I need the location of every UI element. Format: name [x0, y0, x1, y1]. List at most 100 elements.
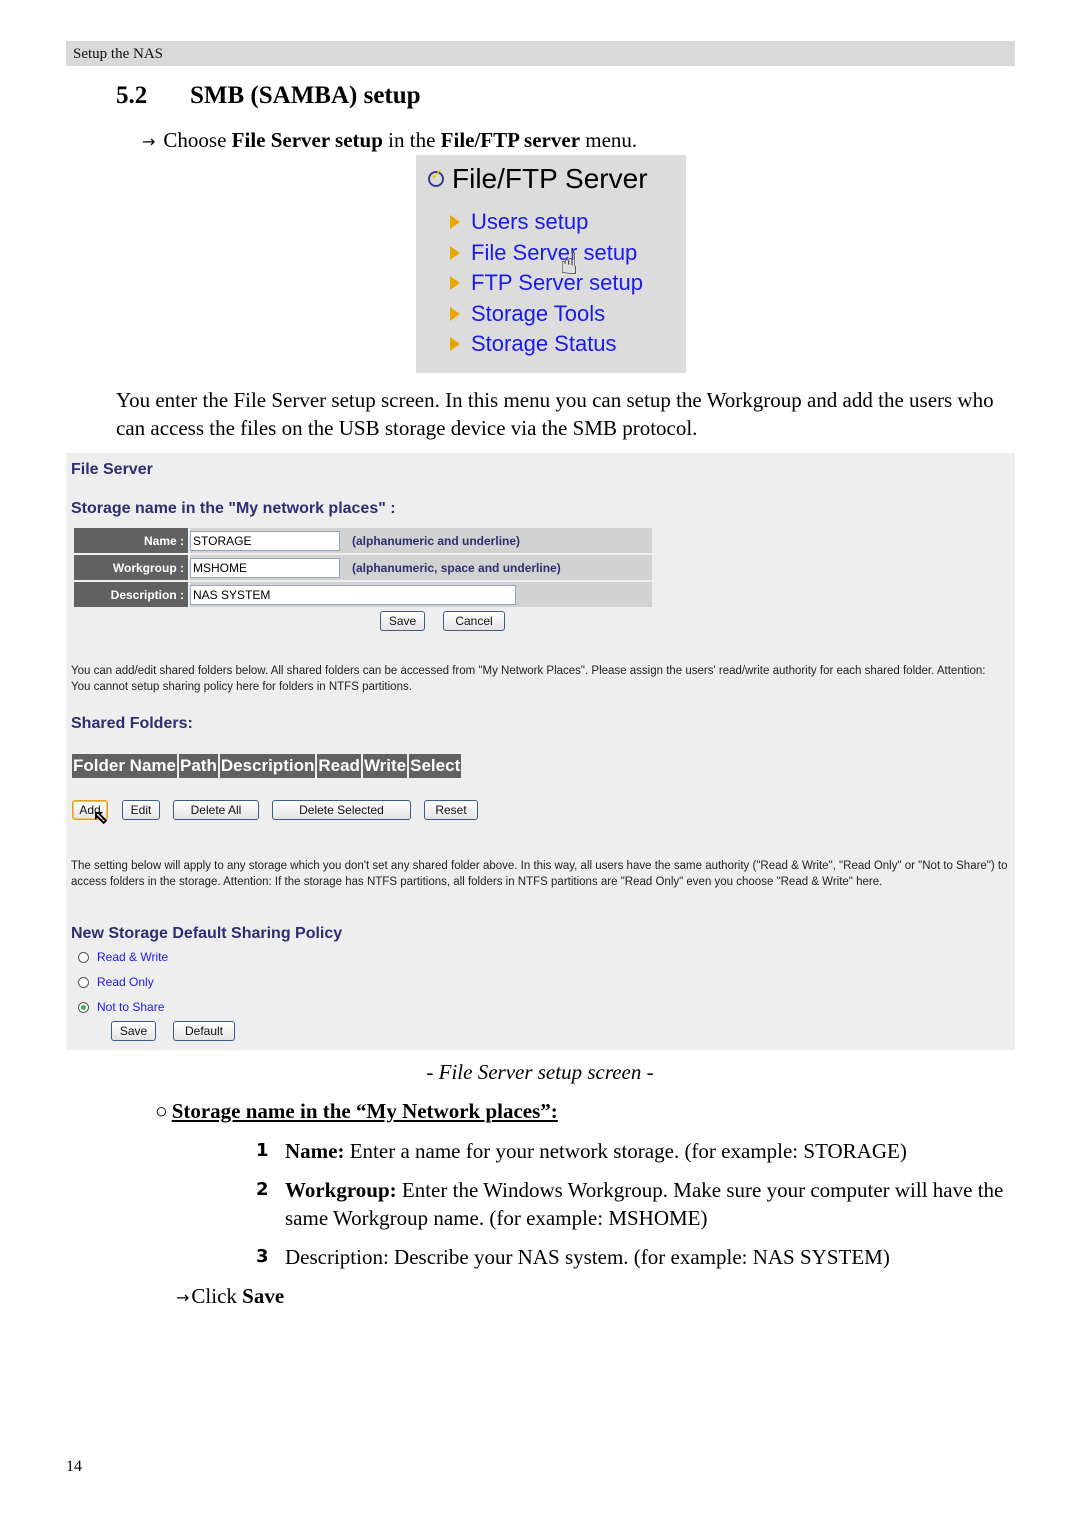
menu-item-label: File Server setup	[471, 239, 638, 265]
hand-pointer-icon: ☝	[560, 247, 579, 282]
section-title: 5.2 SMB (SAMBA) setup	[116, 82, 421, 110]
reset-button[interactable]: Reset	[424, 800, 478, 820]
triangle-bullet-icon	[450, 337, 460, 352]
default-policy-info: The setting below will apply to any stor…	[71, 860, 1008, 888]
form-row-workgroup: Workgroup : (alphanumeric, space and und…	[74, 555, 652, 580]
default-policy-heading: New Storage Default Sharing Policy	[71, 925, 343, 942]
policy-option-read-only[interactable]: Read Only	[78, 975, 154, 989]
menu-item-storage-status[interactable]: Storage Status	[450, 329, 643, 360]
circle-bullet-icon: ○	[155, 1099, 168, 1123]
step-bold: Name:	[285, 1139, 345, 1163]
column-read: Read	[317, 754, 361, 778]
menu-item-ftp-server-setup[interactable]: FTP Server setup	[450, 268, 643, 299]
menu-item-label: Storage Status	[471, 331, 617, 357]
name-hint: (alphanumeric and underline)	[352, 533, 521, 548]
column-write: Write	[362, 754, 408, 778]
section-title-text: SMB (SAMBA) setup	[190, 82, 421, 109]
right-arrow-icon: →	[142, 132, 156, 151]
menu-item-users-setup[interactable]: Users setup	[450, 207, 643, 238]
triangle-bullet-icon	[450, 306, 460, 321]
figure-caption: - File Server setup screen -	[426, 1060, 654, 1084]
policy-default-button[interactable]: Default	[173, 1021, 235, 1041]
instruction-bold-menu: File/FTP server	[440, 128, 581, 152]
workgroup-label: Workgroup :	[74, 555, 188, 580]
description-label: Description :	[74, 582, 188, 607]
step-item: 3 Description: Describe your NAS system.…	[256, 1243, 1016, 1271]
cancel-button[interactable]: Cancel	[443, 611, 505, 631]
storage-name-heading: Storage name in the "My network places" …	[71, 500, 396, 517]
menu-item-storage-tools[interactable]: Storage Tools	[450, 299, 643, 330]
instruction-text: menu.	[580, 128, 638, 152]
step-text: Workgroup: Enter the Windows Workgroup. …	[285, 1176, 1016, 1232]
section-number: 5.2	[116, 82, 148, 109]
policy-save-button[interactable]: Save	[111, 1021, 156, 1041]
menu-item-label: Users setup	[471, 209, 589, 235]
column-description: Description	[219, 754, 316, 778]
shared-folders-heading: Shared Folders:	[71, 715, 193, 732]
check-circle-icon	[428, 165, 444, 187]
radio-label: Read Only	[97, 975, 154, 989]
description-input[interactable]	[190, 584, 516, 605]
subheading-text: Storage name in the “My Network places”:	[171, 1099, 558, 1123]
step-body: Description: Describe your NAS system. (…	[285, 1245, 890, 1269]
step-number: 3	[256, 1246, 269, 1267]
triangle-bullet-icon	[450, 215, 460, 230]
file-server-title: File Server	[71, 461, 153, 478]
edit-button[interactable]: Edit	[122, 800, 160, 820]
menu-item-label: FTP Server setup	[471, 270, 643, 296]
radio-button[interactable]	[78, 976, 89, 988]
running-header-title: Setup the NAS	[73, 46, 163, 62]
form-cell	[190, 582, 652, 607]
menu-title-text: File/FTP Server	[452, 163, 648, 194]
step-item: 1 Name: Enter a name for your network st…	[256, 1137, 1016, 1165]
storage-form: Name : (alphanumeric and underline) Work…	[74, 528, 652, 609]
save-button[interactable]: Save	[380, 611, 425, 631]
radio-label: Not to Share	[97, 1000, 165, 1014]
menu-title: File/FTP Server	[428, 163, 648, 195]
delete-selected-button[interactable]: Delete Selected	[272, 800, 411, 820]
radio-button-checked[interactable]	[78, 1001, 89, 1013]
instruction-line: → Choose File Server setup in the File/FT…	[142, 128, 637, 153]
name-label: Name :	[74, 528, 188, 553]
running-header: Setup the NAS	[66, 41, 1015, 66]
click-save-instruction: →Click Save	[176, 1284, 284, 1309]
triangle-bullet-icon	[450, 276, 460, 291]
form-row-name: Name : (alphanumeric and underline)	[74, 528, 652, 553]
form-cell: (alphanumeric and underline)	[190, 528, 652, 553]
shared-folders-info: You can add/edit shared folders below. A…	[71, 665, 986, 693]
shared-folders-table-header: Folder Name Path Description Read Write …	[72, 754, 463, 778]
policy-option-read-write[interactable]: Read & Write	[78, 950, 168, 964]
column-folder-name: Folder Name	[72, 754, 177, 778]
step-number: 2	[256, 1179, 269, 1200]
menu-item-label: Storage Tools	[471, 300, 606, 326]
step-bold: Workgroup:	[285, 1178, 397, 1202]
menu-list: Users setup File Server setup FTP Server…	[450, 207, 643, 360]
column-path: Path	[178, 754, 218, 778]
delete-all-button[interactable]: Delete All	[173, 800, 259, 820]
subheading: ○ Storage name in the “My Network places”…	[155, 1099, 558, 1124]
column-select: Select	[409, 754, 462, 778]
right-arrow-icon: →	[176, 1288, 190, 1307]
workgroup-hint: (alphanumeric, space and underline)	[352, 560, 561, 575]
instruction-text: Choose	[163, 128, 232, 152]
file-server-screenshot: File Server Storage name in the "My netw…	[66, 453, 1015, 1050]
click-save-bold: Save	[242, 1284, 285, 1308]
form-cell: (alphanumeric, space and underline)	[190, 555, 652, 580]
step-body: Enter a name for your network storage. (…	[344, 1139, 907, 1163]
arrow-cursor-icon: ⬁	[92, 807, 109, 829]
policy-option-not-to-share[interactable]: Not to Share	[78, 1000, 164, 1014]
step-text: Description: Describe your NAS system. (…	[285, 1243, 890, 1271]
step-number: 1	[256, 1140, 269, 1161]
instruction-text: in the	[382, 128, 441, 152]
instruction-bold-file-server: File Server setup	[231, 128, 383, 152]
workgroup-input[interactable]	[190, 557, 340, 578]
radio-button[interactable]	[78, 951, 89, 963]
name-input[interactable]	[190, 530, 340, 551]
triangle-bullet-icon	[450, 245, 460, 260]
page-number: 14	[66, 1458, 82, 1475]
menu-item-file-server-setup[interactable]: File Server setup	[450, 238, 643, 269]
form-row-description: Description :	[74, 582, 652, 607]
menu-screenshot: File/FTP Server Users setup File Server …	[416, 155, 686, 373]
intro-paragraph: You enter the File Server setup screen. …	[116, 388, 994, 440]
step-item: 2 Workgroup: Enter the Windows Workgroup…	[256, 1176, 1016, 1232]
